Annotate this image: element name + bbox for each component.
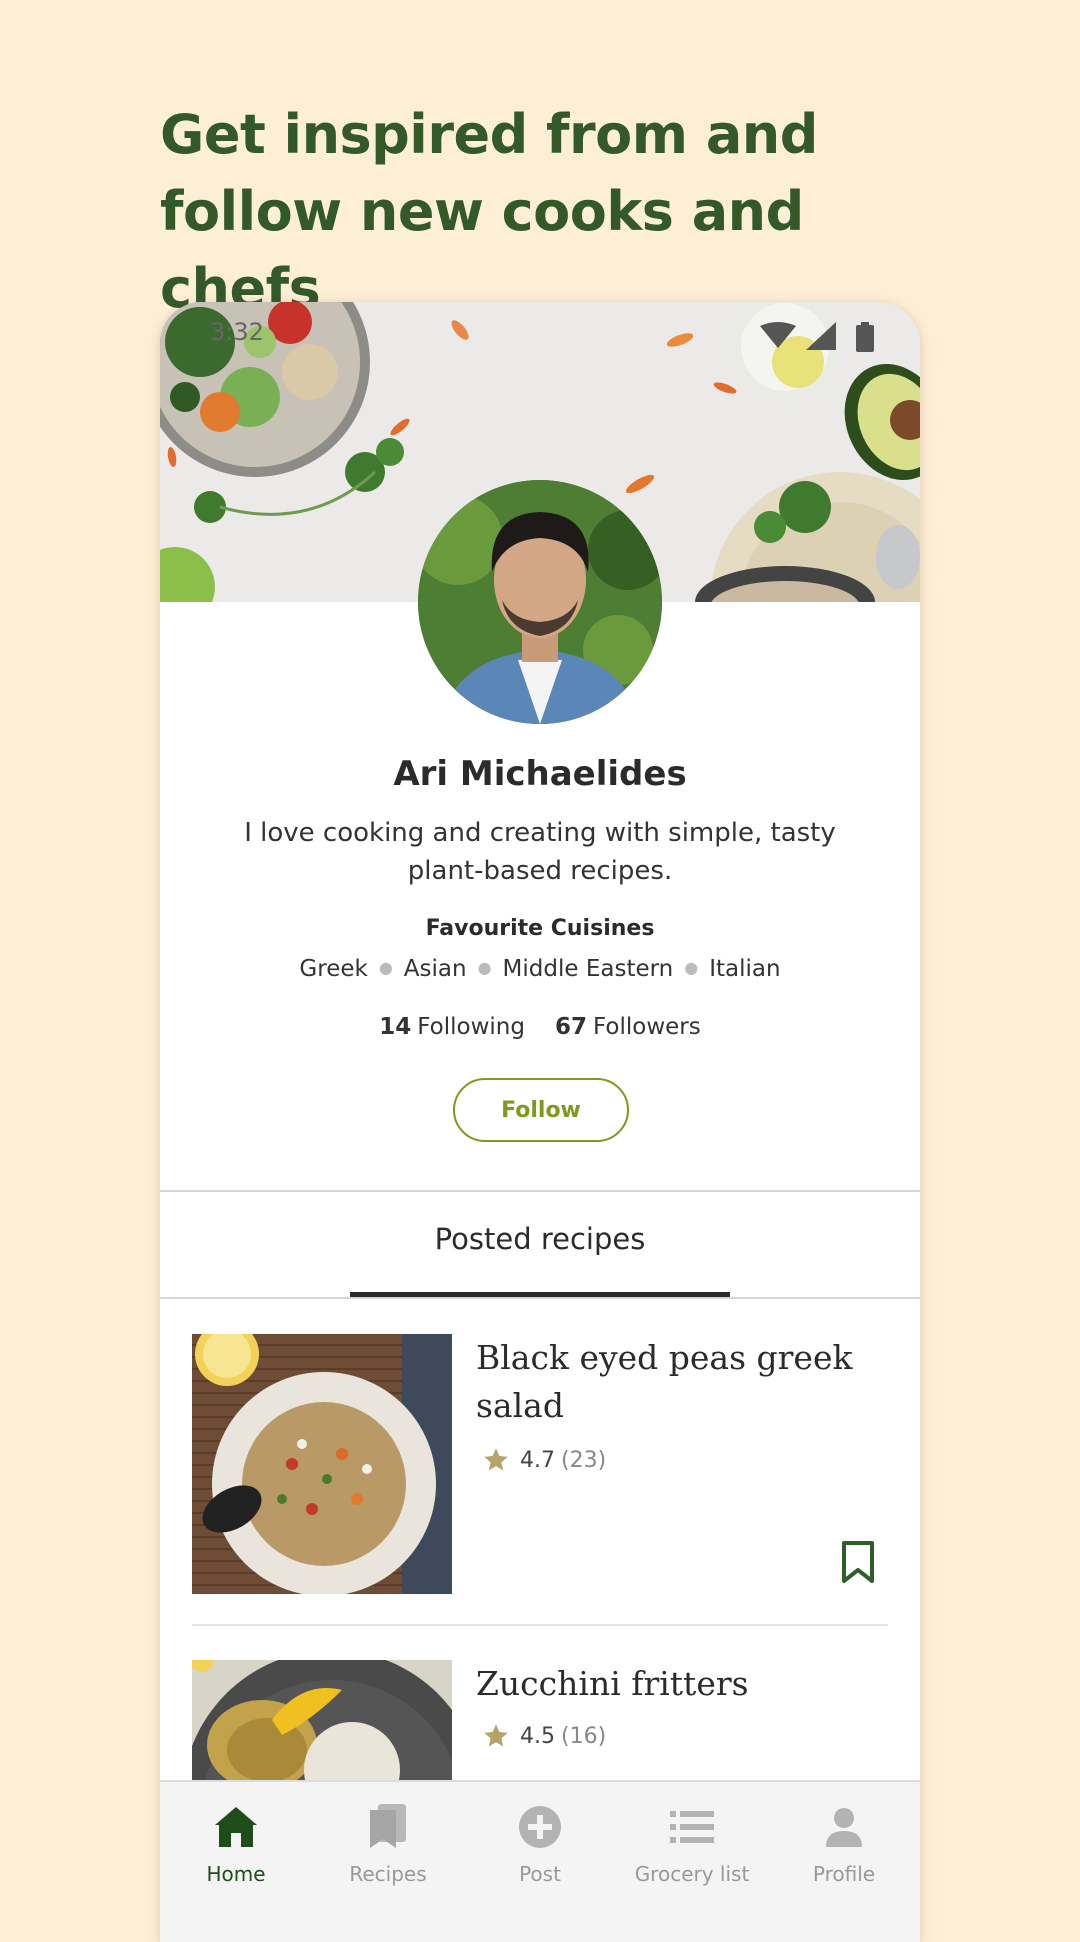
- profile-bio: I love cooking and creating with simple,…: [244, 818, 836, 886]
- recipe-rating: 4.5 (16): [482, 1722, 606, 1750]
- cuisine-item: Asian: [403, 956, 467, 982]
- profile-name: Ari Michaelides: [393, 754, 687, 794]
- cuisine-list: Greek ● Asian ● Middle Eastern ● Italian: [160, 956, 920, 982]
- separator-dot: ●: [477, 958, 492, 977]
- rating-value: 4.5: [520, 1723, 555, 1749]
- rating-count: (23): [561, 1447, 607, 1473]
- following-count: 14: [379, 1014, 412, 1040]
- favourite-cuisines-title: Favourite Cuisines: [425, 916, 655, 941]
- rating-value: 4.7: [520, 1447, 555, 1473]
- nav-recipes[interactable]: Recipes: [312, 1802, 464, 1886]
- signal-icon: [806, 322, 836, 354]
- recipe-image: [192, 1334, 452, 1594]
- home-icon: [160, 1802, 312, 1852]
- separator-dot: ●: [684, 958, 699, 977]
- followers-stat[interactable]: 67 Followers: [555, 1014, 701, 1040]
- nav-label: Home: [206, 1862, 266, 1886]
- cuisine-item: Middle Eastern: [502, 956, 674, 982]
- status-time: 3:32: [210, 318, 264, 346]
- recipe-card[interactable]: Zucchini fritters 4.5 (16): [192, 1660, 888, 1780]
- separator-dot: ●: [378, 958, 393, 977]
- nav-home[interactable]: Home: [160, 1802, 312, 1886]
- battery-icon: [856, 322, 874, 356]
- nav-profile[interactable]: Profile: [768, 1802, 920, 1886]
- followers-label: Followers: [593, 1014, 701, 1040]
- recipes-icon: [312, 1802, 464, 1852]
- follow-button[interactable]: Follow: [453, 1078, 629, 1142]
- recipe-image: [192, 1660, 452, 1780]
- divider: [160, 1297, 920, 1299]
- tab-posted-recipes[interactable]: Posted recipes: [160, 1222, 920, 1256]
- recipe-card[interactable]: Black eyed peas greek salad 4.7 (23): [192, 1334, 888, 1604]
- list-icon: [616, 1802, 768, 1852]
- following-label: Following: [417, 1014, 525, 1040]
- phone-frame: 3:32 Ari Michaelides I love cooking and …: [160, 302, 920, 1942]
- nav-label: Grocery list: [634, 1862, 750, 1886]
- recipe-title[interactable]: Zucchini fritters: [476, 1660, 856, 1708]
- following-stat[interactable]: 14 Following: [379, 1014, 525, 1040]
- cuisine-item: Italian: [709, 956, 781, 982]
- cuisine-item: Greek: [299, 956, 368, 982]
- nav-post[interactable]: Post: [464, 1802, 616, 1886]
- rating-count: (16): [561, 1723, 607, 1749]
- star-icon: [484, 1448, 508, 1471]
- nav-label: Post: [519, 1862, 561, 1886]
- headline: Get inspired from and follow new cooks a…: [160, 103, 818, 320]
- star-icon: [484, 1724, 508, 1747]
- recipe-rating: 4.7 (23): [482, 1446, 606, 1474]
- nav-label: Recipes: [349, 1862, 427, 1886]
- divider: [160, 1190, 920, 1192]
- bottom-navigation: Home Recipes Post Grocery list Profile: [160, 1780, 920, 1942]
- plus-circle-icon: [464, 1802, 616, 1852]
- nav-grocery-list[interactable]: Grocery list: [616, 1802, 768, 1886]
- status-bar: 3:32: [160, 302, 920, 362]
- followers-count: 67: [554, 1014, 587, 1040]
- divider: [192, 1624, 888, 1626]
- bookmark-icon[interactable]: [840, 1540, 876, 1588]
- recipe-title[interactable]: Black eyed peas greek salad: [476, 1334, 856, 1430]
- person-icon: [768, 1802, 920, 1852]
- profile-avatar: [418, 480, 662, 724]
- nav-label: Profile: [812, 1862, 876, 1886]
- follow-stats: 14 Following 67 Followers: [160, 1014, 920, 1040]
- wifi-icon: [760, 322, 796, 352]
